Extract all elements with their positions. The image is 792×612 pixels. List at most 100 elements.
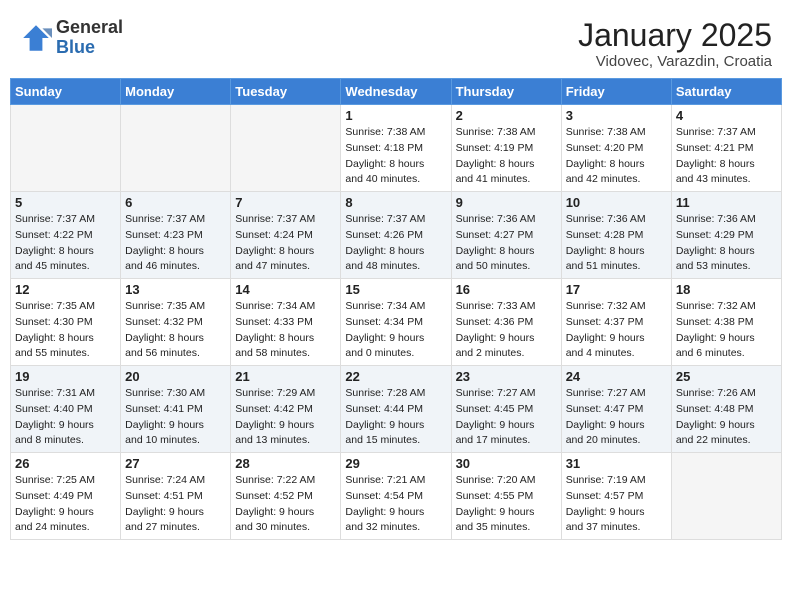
day-number: 17 — [566, 282, 667, 297]
page-header: General Blue January 2025 Vidovec, Varaz… — [10, 10, 782, 74]
day-number: 21 — [235, 369, 336, 384]
calendar-cell: 23 Sunrise: 7:27 AMSunset: 4:45 PMDayligh… — [451, 366, 561, 453]
calendar-cell: 12 Sunrise: 7:35 AMSunset: 4:30 PMDayligh… — [11, 279, 121, 366]
day-number: 11 — [676, 195, 777, 210]
day-number: 18 — [676, 282, 777, 297]
day-info: Sunrise: 7:38 AMSunset: 4:18 PMDaylight:… — [345, 125, 446, 188]
day-number: 23 — [456, 369, 557, 384]
calendar-week-row: 12 Sunrise: 7:35 AMSunset: 4:30 PMDayligh… — [11, 279, 782, 366]
calendar-cell: 24 Sunrise: 7:27 AMSunset: 4:47 PMDayligh… — [561, 366, 671, 453]
day-info: Sunrise: 7:35 AMSunset: 4:32 PMDaylight:… — [125, 299, 226, 362]
day-number: 22 — [345, 369, 446, 384]
calendar-week-row: 19Sunrise: 7:31 AMSunset: 4:40 PMDayligh… — [11, 366, 782, 453]
day-info: Sunrise: 7:20 AMSunset: 4:55 PMDaylight:… — [456, 473, 557, 536]
day-number: 24 — [566, 369, 667, 384]
weekday-header-sunday: Sunday — [11, 79, 121, 105]
month-title: January 2025 — [578, 18, 772, 53]
day-number: 31 — [566, 456, 667, 471]
calendar-cell — [671, 453, 781, 540]
day-number: 8 — [345, 195, 446, 210]
calendar-cell — [231, 105, 341, 192]
day-info: Sunrise: 7:21 AMSunset: 4:54 PMDaylight:… — [345, 473, 446, 536]
calendar-cell: 26 Sunrise: 7:25 AMSunset: 4:49 PMDayligh… — [11, 453, 121, 540]
day-number: 30 — [456, 456, 557, 471]
weekday-header-row: SundayMondayTuesdayWednesdayThursdayFrid… — [11, 79, 782, 105]
calendar-cell: 22 Sunrise: 7:28 AMSunset: 4:44 PMDayligh… — [341, 366, 451, 453]
calendar-cell: 29 Sunrise: 7:21 AMSunset: 4:54 PMDayligh… — [341, 453, 451, 540]
day-number: 4 — [676, 108, 777, 123]
day-info: Sunrise: 7:37 AMSunset: 4:24 PMDaylight:… — [235, 212, 336, 275]
weekday-header-saturday: Saturday — [671, 79, 781, 105]
calendar-cell: 21 Sunrise: 7:29 AMSunset: 4:42 PMDayligh… — [231, 366, 341, 453]
day-number: 15 — [345, 282, 446, 297]
calendar-cell — [121, 105, 231, 192]
day-number: 6 — [125, 195, 226, 210]
day-info: Sunrise: 7:36 AMSunset: 4:27 PMDaylight:… — [456, 212, 557, 275]
day-info: Sunrise: 7:37 AMSunset: 4:22 PMDaylight:… — [15, 212, 116, 275]
logo-icon — [20, 22, 52, 54]
day-info: Sunrise: 7:37 AMSunset: 4:21 PMDaylight:… — [676, 125, 777, 188]
day-number: 10 — [566, 195, 667, 210]
logo: General Blue — [20, 18, 123, 58]
calendar-cell: 30 Sunrise: 7:20 AMSunset: 4:55 PMDayligh… — [451, 453, 561, 540]
calendar-cell: 10 Sunrise: 7:36 AMSunset: 4:28 PMDayligh… — [561, 192, 671, 279]
weekday-header-friday: Friday — [561, 79, 671, 105]
day-info: Sunrise: 7:35 AMSunset: 4:30 PMDaylight:… — [15, 299, 116, 362]
day-number: 7 — [235, 195, 336, 210]
day-number: 2 — [456, 108, 557, 123]
day-number: 3 — [566, 108, 667, 123]
calendar-cell: 7 Sunrise: 7:37 AMSunset: 4:24 PMDaylight… — [231, 192, 341, 279]
logo-text: General Blue — [56, 18, 123, 58]
calendar-cell: 16 Sunrise: 7:33 AMSunset: 4:36 PMDayligh… — [451, 279, 561, 366]
day-info: Sunrise: 7:29 AMSunset: 4:42 PMDaylight:… — [235, 386, 336, 449]
calendar-cell: 14 Sunrise: 7:34 AMSunset: 4:33 PMDayligh… — [231, 279, 341, 366]
calendar-cell: 15Sunrise: 7:34 AMSunset: 4:34 PMDayligh… — [341, 279, 451, 366]
day-number: 13 — [125, 282, 226, 297]
day-info: Sunrise: 7:30 AMSunset: 4:41 PMDaylight:… — [125, 386, 226, 449]
day-info: Sunrise: 7:28 AMSunset: 4:44 PMDaylight:… — [345, 386, 446, 449]
day-info: Sunrise: 7:38 AMSunset: 4:19 PMDaylight:… — [456, 125, 557, 188]
day-info: Sunrise: 7:33 AMSunset: 4:36 PMDaylight:… — [456, 299, 557, 362]
day-info: Sunrise: 7:24 AMSunset: 4:51 PMDaylight:… — [125, 473, 226, 536]
calendar-cell: 17 Sunrise: 7:32 AMSunset: 4:37 PMDayligh… — [561, 279, 671, 366]
day-info: Sunrise: 7:22 AMSunset: 4:52 PMDaylight:… — [235, 473, 336, 536]
day-info: Sunrise: 7:27 AMSunset: 4:45 PMDaylight:… — [456, 386, 557, 449]
weekday-header-thursday: Thursday — [451, 79, 561, 105]
location-text: Vidovec, Varazdin, Croatia — [578, 53, 772, 70]
calendar-table: SundayMondayTuesdayWednesdayThursdayFrid… — [10, 78, 782, 540]
calendar-cell: 31 Sunrise: 7:19 AMSunset: 4:57 PMDayligh… — [561, 453, 671, 540]
calendar-cell: 28Sunrise: 7:22 AMSunset: 4:52 PMDayligh… — [231, 453, 341, 540]
day-number: 29 — [345, 456, 446, 471]
day-info: Sunrise: 7:32 AMSunset: 4:38 PMDaylight:… — [676, 299, 777, 362]
day-number: 26 — [15, 456, 116, 471]
weekday-header-wednesday: Wednesday — [341, 79, 451, 105]
day-info: Sunrise: 7:27 AMSunset: 4:47 PMDaylight:… — [566, 386, 667, 449]
day-number: 16 — [456, 282, 557, 297]
day-number: 14 — [235, 282, 336, 297]
day-info: Sunrise: 7:32 AMSunset: 4:37 PMDaylight:… — [566, 299, 667, 362]
calendar-week-row: 5Sunrise: 7:37 AMSunset: 4:22 PMDaylight… — [11, 192, 782, 279]
calendar-cell: 3Sunrise: 7:38 AMSunset: 4:20 PMDaylight… — [561, 105, 671, 192]
logo-general-text: General — [56, 18, 123, 38]
day-number: 27 — [125, 456, 226, 471]
day-number: 12 — [15, 282, 116, 297]
day-info: Sunrise: 7:26 AMSunset: 4:48 PMDaylight:… — [676, 386, 777, 449]
calendar-cell: 8Sunrise: 7:37 AMSunset: 4:26 PMDaylight… — [341, 192, 451, 279]
calendar-cell: 18 Sunrise: 7:32 AMSunset: 4:38 PMDayligh… — [671, 279, 781, 366]
day-number: 25 — [676, 369, 777, 384]
weekday-header-tuesday: Tuesday — [231, 79, 341, 105]
calendar-cell: 2 Sunrise: 7:38 AMSunset: 4:19 PMDaylight… — [451, 105, 561, 192]
day-number: 1 — [345, 108, 446, 123]
day-info: Sunrise: 7:36 AMSunset: 4:28 PMDaylight:… — [566, 212, 667, 275]
calendar-cell: 1 Sunrise: 7:38 AMSunset: 4:18 PMDaylight… — [341, 105, 451, 192]
calendar-cell: 5Sunrise: 7:37 AMSunset: 4:22 PMDaylight… — [11, 192, 121, 279]
day-info: Sunrise: 7:34 AMSunset: 4:33 PMDaylight:… — [235, 299, 336, 362]
calendar-cell: 19Sunrise: 7:31 AMSunset: 4:40 PMDayligh… — [11, 366, 121, 453]
calendar-week-row: 26 Sunrise: 7:25 AMSunset: 4:49 PMDayligh… — [11, 453, 782, 540]
day-info: Sunrise: 7:36 AMSunset: 4:29 PMDaylight:… — [676, 212, 777, 275]
day-info: Sunrise: 7:19 AMSunset: 4:57 PMDaylight:… — [566, 473, 667, 536]
calendar-cell: 27 Sunrise: 7:24 AMSunset: 4:51 PMDayligh… — [121, 453, 231, 540]
day-info: Sunrise: 7:37 AMSunset: 4:23 PMDaylight:… — [125, 212, 226, 275]
day-info: Sunrise: 7:25 AMSunset: 4:49 PMDaylight:… — [15, 473, 116, 536]
day-number: 9 — [456, 195, 557, 210]
